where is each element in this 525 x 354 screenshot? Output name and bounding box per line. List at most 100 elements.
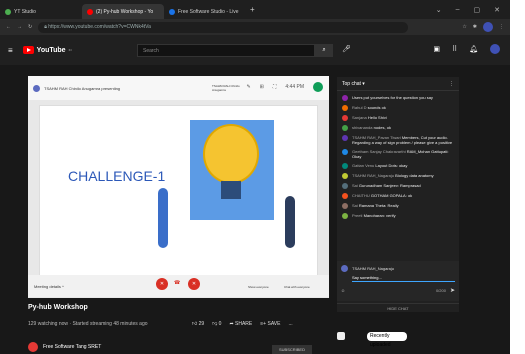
meeting-details-button[interactable]: Meeting details ^ <box>34 284 64 289</box>
menu-dots-icon[interactable]: ⋮ <box>499 24 504 30</box>
chat-message: shivananda nodes, ok <box>337 123 459 133</box>
country-code: IN <box>68 48 72 52</box>
layout-icon[interactable]: ⊞ <box>260 84 264 90</box>
recently-uploaded-chip[interactable] <box>337 332 345 340</box>
chat-text: GOTHAM GOPALA: ok <box>370 193 413 198</box>
search-input[interactable]: Search <box>137 44 315 57</box>
tab-label: Free Software Studio - Live <box>178 8 239 15</box>
close-window-button[interactable]: ✕ <box>494 6 500 14</box>
chat-author: Gattan Venu <box>352 163 375 168</box>
search-button[interactable]: ⌕ <box>315 44 333 57</box>
chat-header: Top chat ▾ ⋮ <box>337 77 459 91</box>
forward-icon[interactable]: → <box>17 24 22 30</box>
share-label: SHARE <box>235 321 253 327</box>
meet-bottom-bar: Meeting details ^ ✕ ☎︎ ✕ Show everyone C… <box>28 275 329 297</box>
channel-avatar[interactable] <box>28 342 38 352</box>
youtube-favicon-icon <box>87 8 93 15</box>
recently-uploaded-label[interactable]: Recently uploaded <box>367 332 407 348</box>
chat-text: Manoharan: verify <box>363 213 396 218</box>
hide-chat-button[interactable]: HIDE CHAT <box>337 303 459 312</box>
chat-text: sounds ok <box>367 105 386 110</box>
share-icon: ➦ <box>229 321 234 327</box>
thumbs-up-icon: 👍︎ <box>192 321 198 327</box>
chat-author-avatar <box>342 149 348 155</box>
chat-message: Sai Ramana Theta: Really <box>337 201 459 211</box>
profile-avatar[interactable] <box>483 22 493 32</box>
account-avatar[interactable] <box>490 44 500 54</box>
tab-label: YT Studio <box>14 8 36 15</box>
apps-grid-icon[interactable]: ⠿ <box>452 45 457 53</box>
chat-input[interactable]: Say something... <box>352 275 455 282</box>
browser-tab[interactable]: Free Software Studio - Live <box>164 4 246 19</box>
like-button[interactable]: 👍︎ 29 <box>192 321 204 327</box>
chat-author-avatar <box>342 173 348 179</box>
chat-everyone-button[interactable]: Chat with everyone <box>284 285 320 289</box>
url-field[interactable]: 🔒︎ https://www.youtube.com/watch?v=CWNk4… <box>38 21 409 33</box>
more-actions-button[interactable]: ... <box>288 321 292 327</box>
self-avatar <box>313 82 323 92</box>
meeting-time: 4:44 PM <box>285 84 304 90</box>
chat-messages: Users put yourselves for the question yo… <box>337 91 459 221</box>
chat-input-area: TSAHM RAH_Nagaraju Say something... ☺ 0/… <box>337 261 459 301</box>
chat-menu-icon[interactable]: ⋮ <box>449 81 454 87</box>
channel-name[interactable]: Free Software Tang SRET <box>43 344 101 350</box>
reload-icon[interactable]: ↻ <box>28 24 32 30</box>
participants-button[interactable]: Show everyone <box>248 285 269 289</box>
chat-author: Sai <box>352 183 358 188</box>
lightbulb-illustration <box>203 124 259 184</box>
hamburger-menu-icon[interactable]: ≡ <box>8 46 13 55</box>
create-video-icon[interactable]: ▣ <box>433 45 440 53</box>
video-actions: 👍︎ 29 👎︎ 0 ➦ SHARE ≡+ SAVE ... <box>192 321 293 327</box>
fullscreen-icon[interactable]: ⛶ <box>273 84 277 90</box>
chat-author: Rahul D <box>352 105 367 110</box>
back-icon[interactable]: ← <box>6 24 11 30</box>
person-illustration <box>158 188 168 248</box>
browser-tab-active[interactable]: (2) Py-hub Workshop - Yo <box>82 4 164 19</box>
chat-message: CHAITHU GOTHAM GOPALA: ok <box>337 191 459 201</box>
microphone-icon[interactable]: 🎤︎ <box>342 45 351 53</box>
dislike-button[interactable]: 👎︎ 0 <box>212 321 221 327</box>
pin-icon[interactable]: ✎ <box>246 84 250 90</box>
person-illustration <box>285 196 295 248</box>
video-player[interactable]: TSAHM RAH Chinilo Anugamra presenting TS… <box>28 76 329 298</box>
save-label: SAVE <box>267 321 281 327</box>
chat-text: Layout Dots: okay <box>375 163 408 168</box>
chat-message: Sai Gurunadham Sanjeev: Ramprasad <box>337 181 459 191</box>
browser-tab[interactable]: YT Studio <box>0 4 82 19</box>
chat-author: CHAITHU <box>352 193 370 198</box>
subscribe-button[interactable]: SUBSCRIBED <box>272 345 312 354</box>
top-chat-dropdown[interactable]: Top chat ▾ <box>342 81 365 87</box>
maximize-button[interactable]: ▢ <box>474 6 481 14</box>
chat-text: Biology data anatomy <box>395 173 434 178</box>
tab-search-icon[interactable]: ⌄ <box>436 6 442 14</box>
star-icon[interactable]: ☆ <box>462 24 466 30</box>
minimize-button[interactable]: – <box>456 6 460 14</box>
mic-off-icon[interactable]: ✕ <box>156 278 168 290</box>
save-button[interactable]: ≡+ SAVE <box>260 321 280 327</box>
send-icon[interactable]: ➤ <box>450 287 455 294</box>
chat-author: shivananda <box>352 125 373 130</box>
new-tab-button[interactable]: + <box>250 5 255 14</box>
chat-author-avatar <box>342 183 348 189</box>
share-button[interactable]: ➦ SHARE <box>229 321 252 327</box>
chat-message: Sanjana Hello Shivi <box>337 113 459 123</box>
hang-up-icon[interactable]: ☎︎ <box>174 280 180 286</box>
chat-author-avatar <box>342 105 348 111</box>
chat-message: TSAHM RAH_Pavan Tiwari Members, Cut your… <box>337 133 459 147</box>
presentation-slide: CHALLENGE-1 <box>39 105 318 278</box>
chat-author-avatar <box>342 163 348 169</box>
camera-off-icon[interactable]: ✕ <box>188 278 200 290</box>
chat-author: Sai <box>352 203 358 208</box>
tab-label: (2) Py-hub Workshop - Yo <box>96 8 154 15</box>
chat-text: Gurunadham Sanjeev: Ramprasad <box>358 183 421 188</box>
chat-author-avatar <box>342 213 348 219</box>
extensions-icon[interactable]: ✱ <box>473 24 477 30</box>
header-actions: ▣ ⠿ 🔔︎ <box>433 44 500 54</box>
notifications-bell-icon[interactable]: 🔔︎ <box>469 45 478 53</box>
youtube-logo[interactable]: YouTube IN <box>22 46 72 54</box>
chat-author: TSAHM RAH_Nagaraju <box>352 173 395 178</box>
playlist-add-icon: ≡+ <box>260 321 267 327</box>
emoji-icon[interactable]: ☺ <box>341 288 345 293</box>
chat-user-name: TSAHM RAH_Nagaraju <box>352 266 395 271</box>
meet-top-controls: ✎ ⊞ ⛶ 4:44 PM <box>246 82 323 92</box>
